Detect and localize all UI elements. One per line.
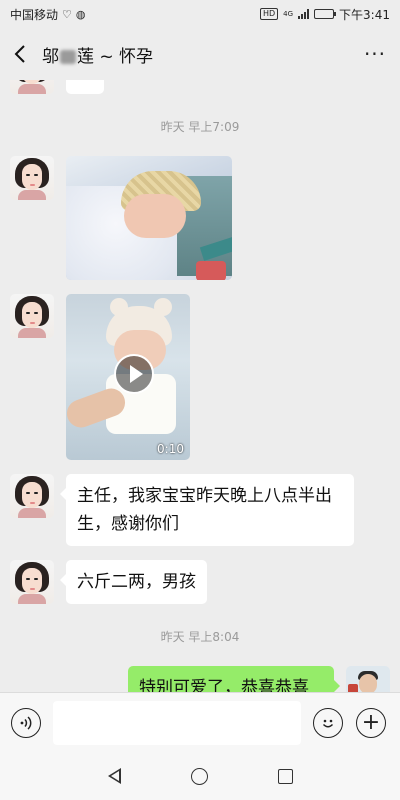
nav-back-icon[interactable]	[107, 768, 121, 784]
emoji-icon	[322, 719, 334, 727]
carrier-name: 中国移动	[10, 7, 59, 22]
timestamp: 昨天 早上7:09	[160, 120, 240, 134]
timestamp: 昨天 早上8:04	[160, 630, 240, 644]
title-name-end: 莲 ~ 怀孕	[77, 46, 154, 67]
redacted-character	[60, 49, 76, 64]
chat-messages[interactable]: 昨天 早上7:09 0:10 主任，我家宝宝昨天晚上八点半出生，感谢你们 六斤二…	[0, 80, 400, 692]
contact-avatar[interactable]	[10, 294, 54, 338]
network-type: 4G	[283, 9, 294, 18]
voice-icon	[20, 715, 32, 730]
status-bar: 中国移动 ♡ ◍ HD 4G 下午3:41	[0, 0, 400, 28]
battery-icon	[314, 9, 337, 19]
nav-home-icon[interactable]	[190, 767, 208, 785]
plus-icon: +	[361, 709, 381, 735]
input-bar: +	[0, 692, 400, 752]
chevron-left-icon	[14, 45, 25, 63]
my-avatar[interactable]	[346, 666, 390, 692]
video-duration: 0:10	[157, 442, 184, 456]
back-button[interactable]	[0, 28, 40, 80]
chat-header: 邬莲 ~ 怀孕 ···	[0, 28, 400, 80]
video-message[interactable]: 0:10	[66, 294, 190, 460]
contact-avatar[interactable]	[10, 156, 54, 200]
photo-message[interactable]	[66, 156, 232, 280]
message-bubble[interactable]: 六斤二两，男孩	[60, 560, 207, 604]
nav-recent-apps-icon[interactable]	[277, 768, 293, 784]
contact-avatar[interactable]	[10, 474, 54, 518]
message-input[interactable]	[53, 700, 301, 745]
contact-avatar[interactable]	[10, 560, 54, 604]
previous-message-bubble[interactable]	[66, 80, 104, 94]
clock: 下午3:41	[339, 7, 390, 22]
voice-button[interactable]	[11, 707, 41, 738]
chat-title: 邬莲 ~ 怀孕	[42, 42, 153, 67]
title-name-start: 邬	[42, 46, 59, 67]
emoji-button[interactable]	[313, 707, 343, 738]
wechat-notification-icon: ◍	[75, 7, 86, 21]
contact-avatar[interactable]	[10, 80, 54, 94]
play-icon[interactable]	[114, 354, 154, 394]
message-bubble[interactable]: 主任，我家宝宝昨天晚上八点半出生，感谢你们	[60, 474, 354, 546]
system-nav-bar	[0, 752, 400, 800]
plus-button[interactable]: +	[356, 707, 386, 738]
hd-badge: HD	[259, 8, 279, 20]
signal-icon	[298, 9, 310, 19]
my-message-bubble[interactable]: 特别可爱了，恭喜恭喜	[128, 666, 340, 692]
more-horizontal-icon: ···	[363, 42, 387, 66]
health-icon: ♡	[62, 7, 72, 21]
more-button[interactable]: ···	[350, 28, 400, 80]
